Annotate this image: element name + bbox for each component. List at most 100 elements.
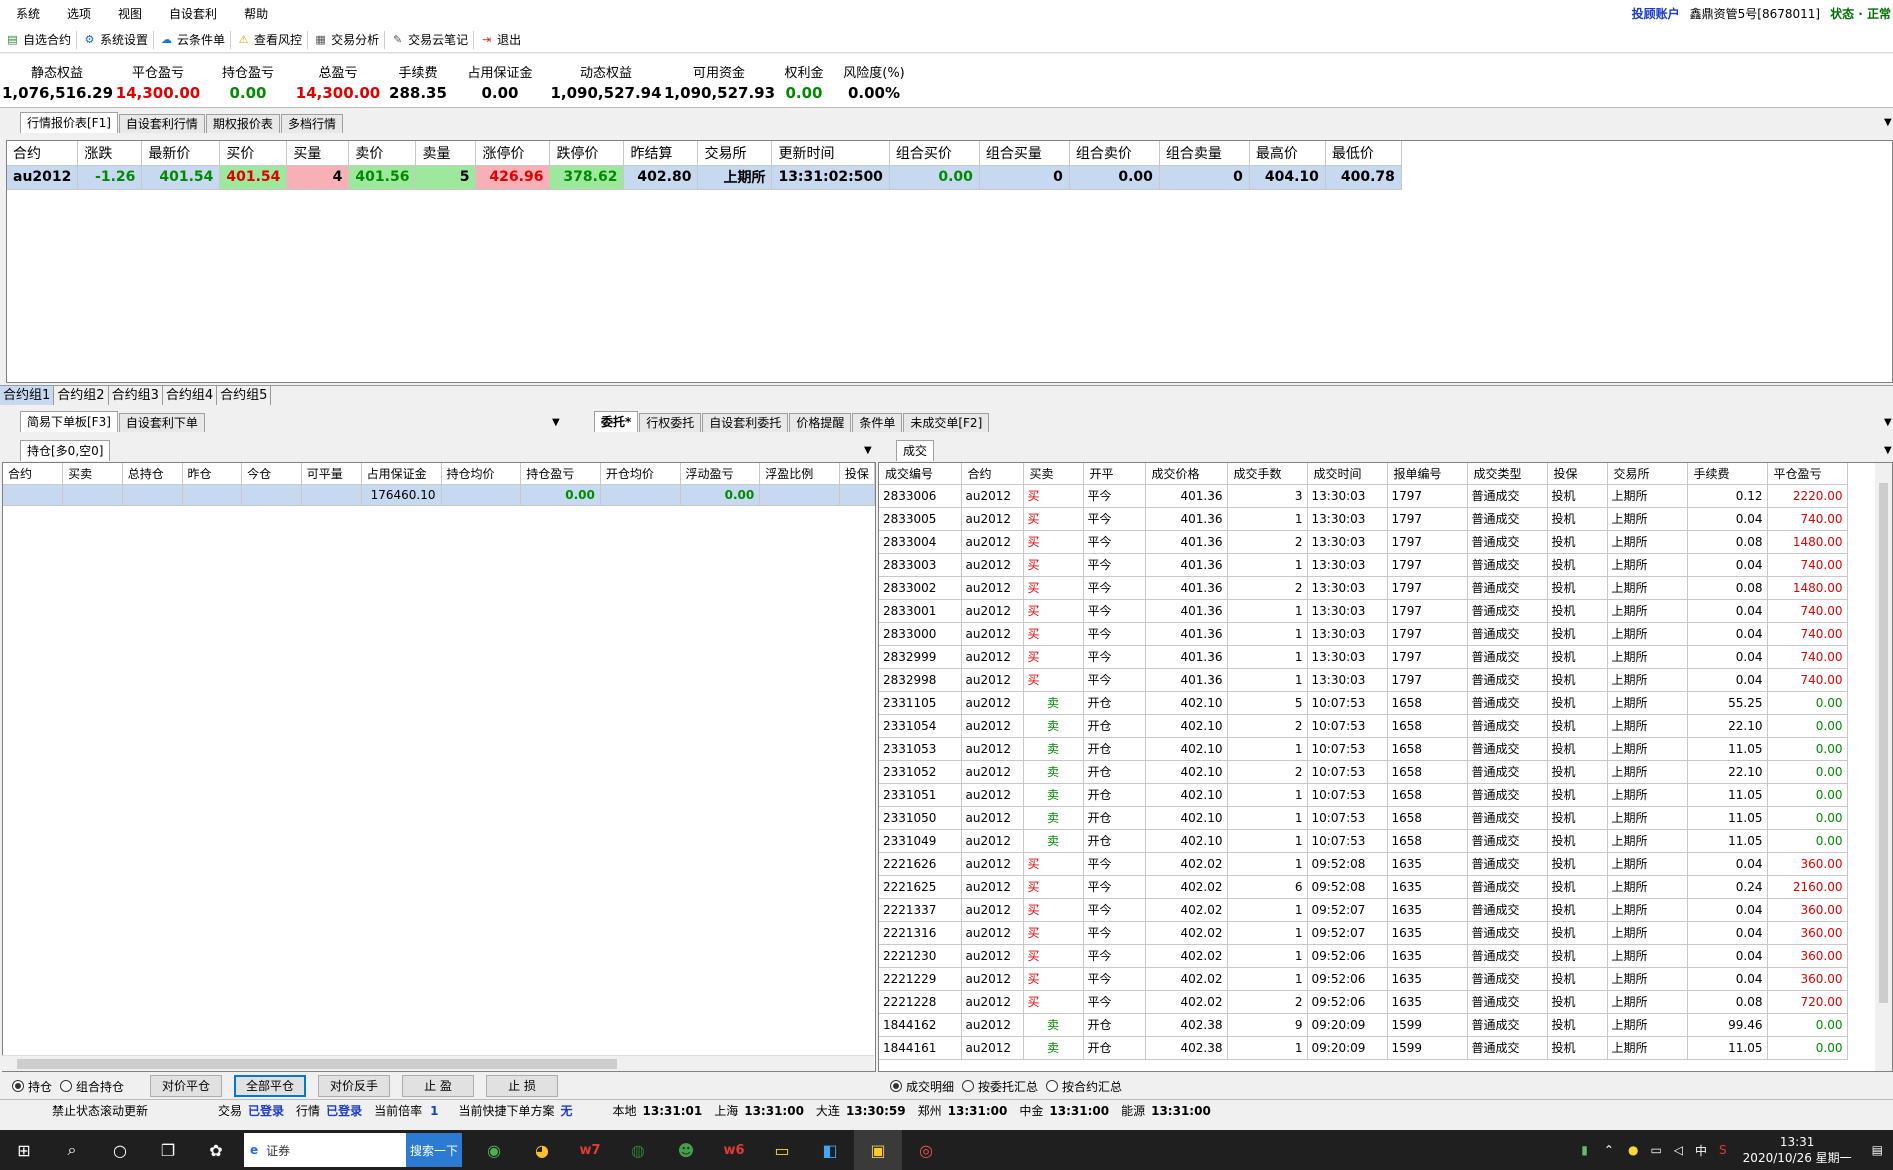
cortana-icon[interactable]: ○ — [96, 1130, 144, 1170]
trade-header-cell[interactable]: 报单编号 — [1387, 463, 1468, 485]
order-left-dropdown-icon[interactable]: ▼ — [552, 417, 560, 428]
menu-arbitrage[interactable]: 自设套利 — [153, 5, 228, 22]
pinned-app-icon[interactable]: ✿ — [192, 1130, 240, 1170]
tab-group-5[interactable]: 合约组5 — [217, 386, 272, 405]
trade-row[interactable]: 1844162 au2012 卖开仓 402.38 9 09:20:09 1599 普通成交投… — [879, 1013, 1848, 1037]
trade-row[interactable]: 2331049 au2012 卖开仓 402.10 1 10:07:53 1658 普通成交投… — [879, 829, 1848, 853]
trade-row[interactable]: 2833001 au2012 买平今 401.36 1 13:30:03 1797 普通成交投… — [879, 599, 1848, 623]
volume-icon[interactable]: ◁ — [1674, 1143, 1683, 1157]
quote-header-cell[interactable]: 卖量 — [415, 141, 477, 166]
tray-app-icon[interactable]: ● — [1628, 1143, 1638, 1157]
position-header-cell[interactable]: 浮动盈亏 — [680, 463, 761, 485]
trade-header-cell[interactable]: 合约 — [961, 463, 1024, 485]
radio-by-order[interactable]: 按委托汇总 — [962, 1078, 1038, 1095]
position-header-cell[interactable]: 持仓盈亏 — [520, 463, 601, 485]
trade-header-cell[interactable]: 买卖 — [1023, 463, 1084, 485]
tray-expand-icon[interactable]: ⌃ — [1604, 1143, 1614, 1157]
trade-row[interactable]: 2331052 au2012 卖开仓 402.10 2 10:07:53 1658 普通成交投… — [879, 760, 1848, 784]
app-wh7-icon[interactable]: w7 — [566, 1130, 614, 1170]
quote-cell[interactable]: 426.96 — [475, 165, 551, 190]
position-hscroll-thumb[interactable] — [17, 1059, 617, 1069]
trade-header-cell[interactable]: 交易所 — [1607, 463, 1688, 485]
analysis-button[interactable]: ▦ 交易分析 — [308, 30, 386, 49]
menu-help[interactable]: 帮助 — [228, 5, 279, 22]
trade-row[interactable]: 1844161 au2012 卖开仓 402.38 1 09:20:09 1599 普通成交投… — [879, 1036, 1848, 1060]
trade-row[interactable]: 2331054 au2012 卖开仓 402.10 2 10:07:53 1658 普通成交投… — [879, 714, 1848, 738]
position-header-cell[interactable]: 开仓均价 — [600, 463, 681, 485]
quote-header-cell[interactable]: 昨结算 — [623, 141, 699, 166]
quote-header-cell[interactable]: 买量 — [286, 141, 350, 166]
app-360-icon[interactable]: ◉ — [470, 1130, 518, 1170]
trade-header-cell[interactable]: 成交时间 — [1307, 463, 1388, 485]
quote-cell[interactable]: 401.54 — [219, 165, 288, 190]
tab-depth-quote[interactable]: 多档行情 — [280, 114, 343, 133]
tab-group-2[interactable]: 合约组2 — [54, 386, 109, 405]
tab-option-quote[interactable]: 期权报价表 — [205, 114, 280, 133]
position-header-cell[interactable]: 今仓 — [241, 463, 302, 485]
menu-view[interactable]: 视图 — [102, 5, 153, 22]
trade-header-cell[interactable]: 开平 — [1083, 463, 1146, 485]
taskbar-clock[interactable]: 13:31 2020/10/26 星期一 — [1743, 1134, 1852, 1166]
stop-loss-button[interactable]: 止 损 — [486, 1075, 559, 1097]
trade-row[interactable]: 2331053 au2012 卖开仓 402.10 1 10:07:53 1658 普通成交投… — [879, 737, 1848, 761]
quote-cell[interactable]: 上期所 — [697, 165, 773, 190]
tab-orders[interactable]: 委托* — [594, 411, 639, 432]
quote-header-cell[interactable]: 涨停价 — [475, 141, 551, 166]
status-scroll-lock[interactable]: 禁止状态滚动更新 — [52, 1102, 148, 1119]
position-header-cell[interactable]: 昨仓 — [182, 463, 243, 485]
position-header-cell[interactable]: 占用保证金 — [361, 463, 442, 485]
trade-header-cell[interactable]: 成交价格 — [1145, 463, 1228, 485]
tab-conditional-orders[interactable]: 条件单 — [852, 413, 903, 432]
app-antivirus-icon[interactable]: ◍ — [614, 1130, 662, 1170]
quote-cell[interactable]: 378.62 — [549, 165, 625, 190]
trade-row[interactable]: 2221228 au2012 买平今 402.02 2 09:52:06 1635 普通成交投… — [879, 990, 1848, 1014]
trade-row[interactable]: 2221230 au2012 买平今 402.02 1 09:52:06 1635 普通成交投… — [879, 944, 1848, 968]
quote-cell[interactable]: 401.54 — [141, 165, 221, 190]
quote-cell[interactable]: 13:31:02:500 — [771, 165, 890, 190]
trade-row[interactable]: 2221626 au2012 买平今 402.02 1 09:52:08 1635 普通成交投… — [879, 852, 1848, 876]
tab-price-alerts[interactable]: 价格提醒 — [789, 413, 852, 432]
quote-cell[interactable]: 0 — [979, 165, 1070, 190]
battery-icon[interactable]: ▮ — [1581, 1143, 1588, 1157]
tab-simple-order[interactable]: 简易下单板[F3] — [20, 411, 118, 432]
position-dropdown-icon[interactable]: ▼ — [864, 445, 872, 456]
trade-row[interactable]: 2833004 au2012 买平今 401.36 2 13:30:03 1797 普通成交投… — [879, 530, 1848, 554]
radio-by-contract[interactable]: 按合约汇总 — [1046, 1078, 1122, 1095]
tab-group-1[interactable]: 合约组1 — [0, 386, 55, 405]
quote-header-cell[interactable]: 组合卖量 — [1159, 141, 1250, 166]
ime-indicator[interactable]: 中 — [1695, 1142, 1707, 1159]
tab-arbitrage-quote[interactable]: 自设套利行情 — [118, 114, 205, 133]
quote-contract-cell[interactable]: au2012 — [7, 165, 79, 190]
trade-header-cell[interactable]: 平仓盈亏 — [1767, 463, 1848, 485]
watchlist-button[interactable]: ▤ 自选合约 — [0, 30, 78, 49]
quote-cell[interactable]: 5 — [415, 165, 477, 190]
menu-system[interactable]: 系统 — [0, 5, 51, 22]
trade-row[interactable]: 2331050 au2012 卖开仓 402.10 1 10:07:53 1658 普通成交投… — [879, 806, 1848, 830]
quote-header-cell[interactable]: 最低价 — [1325, 141, 1402, 166]
trade-row[interactable]: 2832998 au2012 买平今 401.36 1 13:30:03 1797 普通成交投… — [879, 668, 1848, 692]
trade-row[interactable]: 2221316 au2012 买平今 402.02 1 09:52:07 1635 普通成交投… — [879, 921, 1848, 945]
quote-header-cell[interactable]: 合约 — [7, 141, 79, 166]
tab-group-4[interactable]: 合约组4 — [163, 386, 218, 405]
trade-vscroll-thumb[interactable] — [1879, 483, 1888, 1003]
radio-positions[interactable]: 持仓 — [12, 1078, 52, 1095]
app-chrome-alt-icon[interactable]: ◕ — [518, 1130, 566, 1170]
trade-dropdown-icon[interactable]: ▼ — [1884, 445, 1892, 456]
position-header-cell[interactable]: 买卖 — [62, 463, 123, 485]
position-header-cell[interactable]: 可平量 — [301, 463, 362, 485]
tab-quote-board[interactable]: 行情报价表[F1] — [20, 112, 118, 133]
quote-header-cell[interactable]: 买价 — [219, 141, 288, 166]
tab-arbitrage-orders[interactable]: 自设套利委托 — [702, 413, 789, 432]
radio-trade-detail[interactable]: 成交明细 — [890, 1078, 954, 1095]
quote-cell[interactable]: 401.56 — [348, 165, 417, 190]
app-trading-icon[interactable]: ▣ — [854, 1130, 902, 1170]
app-window-icon[interactable]: ◧ — [806, 1130, 854, 1170]
counter-close-button[interactable]: 对价平仓 — [150, 1075, 223, 1097]
sogou-icon[interactable]: S — [1719, 1143, 1727, 1157]
quote-header-cell[interactable]: 组合买量 — [979, 141, 1070, 166]
network-icon[interactable]: ▭ — [1650, 1143, 1661, 1157]
quote-cell[interactable]: 4 — [286, 165, 350, 190]
quote-header-cell[interactable]: 组合买价 — [889, 141, 980, 166]
counter-reverse-button[interactable]: 对价反手 — [318, 1075, 391, 1097]
tab-exercise-orders[interactable]: 行权委托 — [639, 413, 702, 432]
